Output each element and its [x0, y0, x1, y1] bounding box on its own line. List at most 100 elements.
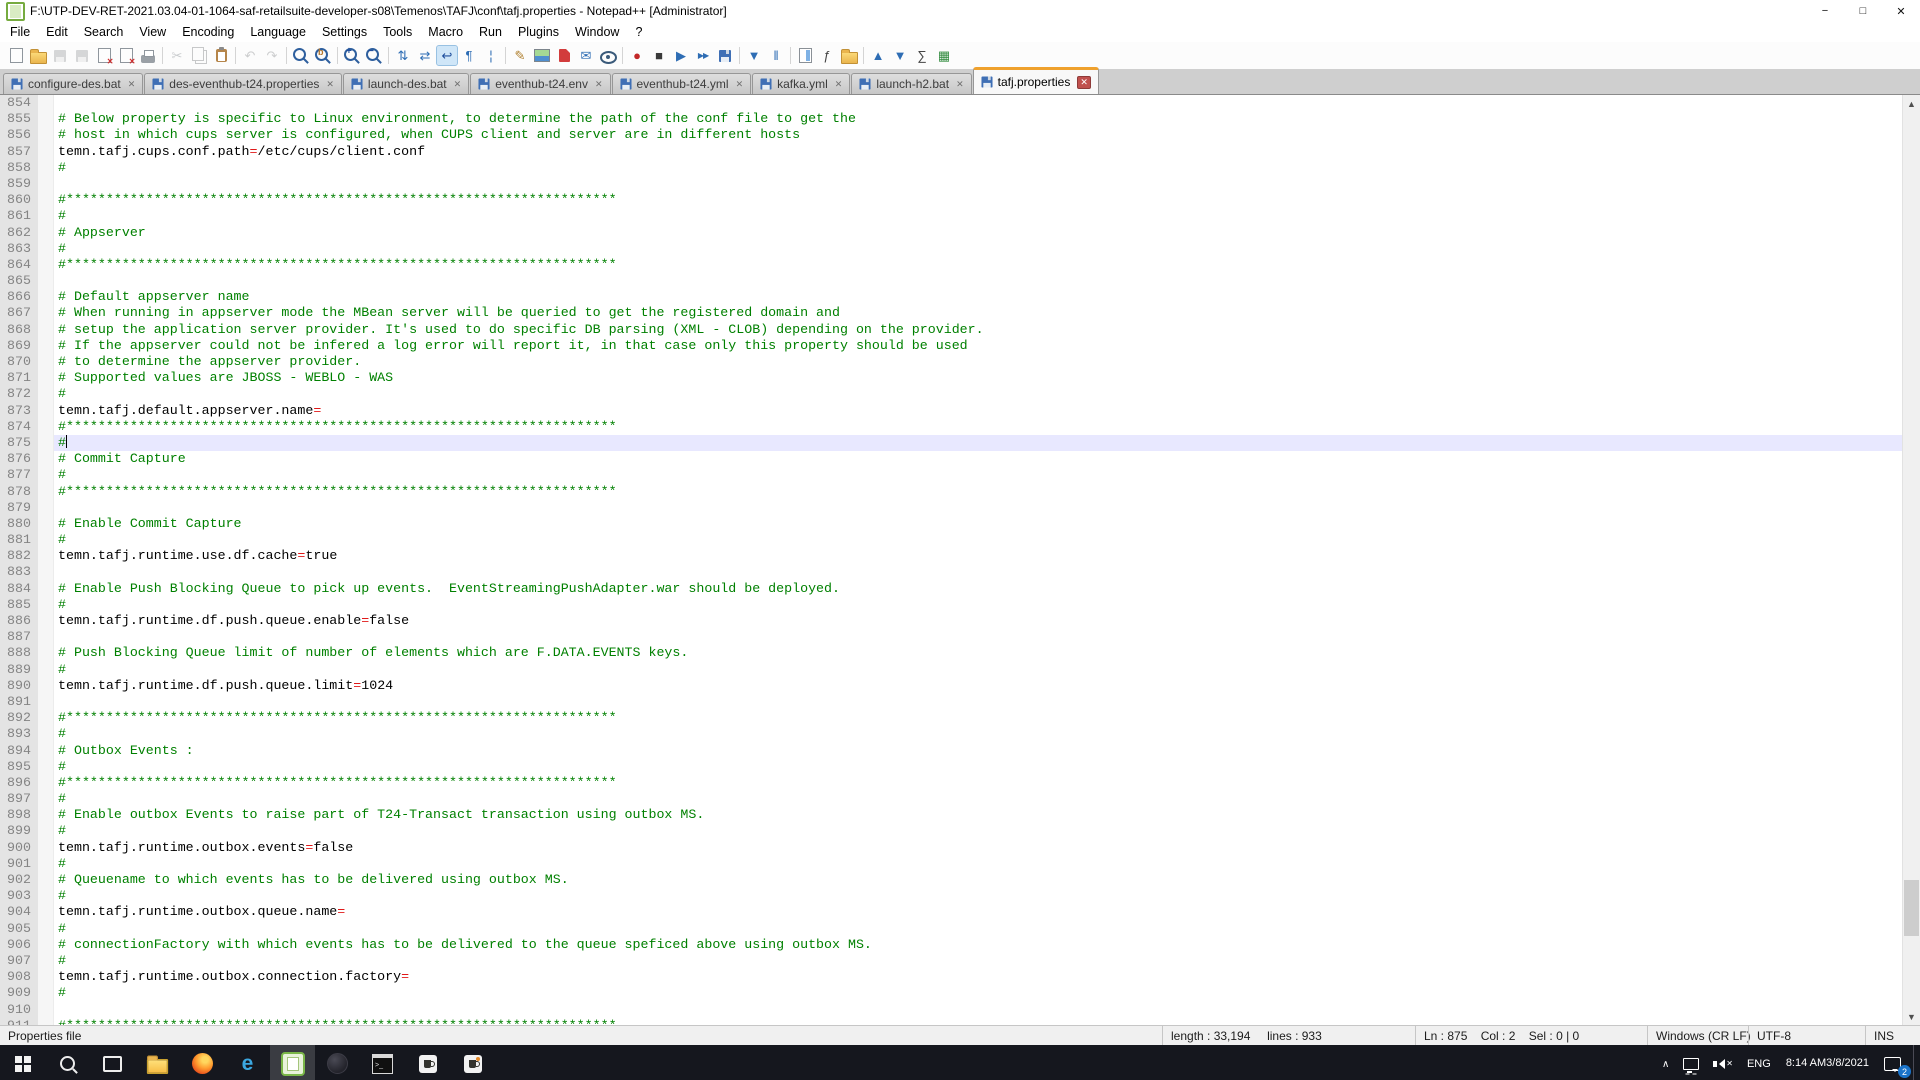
show-all-characters-icon[interactable]: ¶ [459, 46, 479, 65]
line-number[interactable]: 892 [0, 710, 38, 726]
tab-close-icon[interactable]: ✕ [956, 80, 964, 89]
image-plugin-icon[interactable] [532, 46, 552, 65]
line-number[interactable]: 879 [0, 500, 38, 516]
code-line[interactable]: # [54, 386, 1902, 402]
line-number[interactable]: 860 [0, 192, 38, 208]
code-line[interactable]: # to determine the appserver provider. [54, 354, 1902, 370]
tab-eventhub-t24.yml[interactable]: eventhub-t24.yml✕ [612, 73, 752, 94]
line-number[interactable]: 896 [0, 775, 38, 791]
cut-icon[interactable]: ✂ [167, 46, 187, 65]
code-line[interactable]: # [54, 160, 1902, 176]
line-number[interactable]: 872 [0, 386, 38, 402]
line-number[interactable]: 865 [0, 273, 38, 289]
code-line[interactable]: # When running in appserver mode the MBe… [54, 305, 1902, 321]
show-desktop-strip[interactable] [1913, 1045, 1920, 1080]
code-line[interactable]: # [54, 726, 1902, 742]
code-line[interactable]: # Push Blocking Queue limit of number of… [54, 645, 1902, 661]
tab-close-icon[interactable]: ✕ [326, 80, 334, 89]
code-line[interactable]: # Supported values are JBOSS - WEBLO - W… [54, 370, 1902, 386]
line-number[interactable]: 893 [0, 726, 38, 742]
close-all-files-icon[interactable] [116, 46, 136, 65]
code-line[interactable]: temn.tafj.runtime.outbox.queue.name= [54, 904, 1902, 920]
task-view-button[interactable] [90, 1045, 135, 1080]
code-line[interactable] [54, 564, 1902, 580]
compare-icon[interactable]: ▦ [934, 46, 954, 65]
line-number[interactable]: 889 [0, 662, 38, 678]
menu-language[interactable]: Language [242, 23, 314, 41]
taskbar-clock[interactable]: 8:14 AM 3/8/2021 [1778, 1045, 1877, 1080]
macro-play-icon[interactable]: ▶ [671, 46, 691, 65]
code-line[interactable]: # Enable Push Blocking Queue to pick up … [54, 581, 1902, 597]
code-line[interactable]: # [54, 953, 1902, 969]
menu-search[interactable]: Search [76, 23, 132, 41]
taskbar-search-button[interactable] [45, 1045, 90, 1080]
code-line[interactable]: temn.tafj.runtime.outbox.events=false [54, 840, 1902, 856]
media-app-icon[interactable] [315, 1045, 360, 1080]
show-indent-guide-icon[interactable]: ¦ [481, 46, 501, 65]
macro-run-multiple-icon[interactable]: ▶▶ [693, 46, 713, 65]
code-line[interactable]: #***************************************… [54, 257, 1902, 273]
tab-tafj.properties[interactable]: tafj.properties✕ [973, 67, 1099, 94]
menu-edit[interactable]: Edit [38, 23, 76, 41]
minimize-button[interactable]: − [1806, 0, 1844, 22]
code-line[interactable]: # Queuename to which events has to be de… [54, 872, 1902, 888]
copy-icon[interactable] [189, 46, 209, 65]
code-line[interactable] [54, 694, 1902, 710]
code-line[interactable]: # [54, 597, 1902, 613]
redo-icon[interactable]: ↷ [262, 46, 282, 65]
line-number[interactable]: 890 [0, 678, 38, 694]
menu-macro[interactable]: Macro [420, 23, 471, 41]
line-number[interactable]: 875 [0, 435, 38, 451]
zoom-out-icon[interactable] [364, 46, 384, 65]
run-icon[interactable]: ▼ [744, 46, 764, 65]
line-number[interactable]: 907 [0, 953, 38, 969]
vertical-scrollbar[interactable]: ▲ ▼ [1902, 95, 1920, 1025]
code-line[interactable]: # connectionFactory with which events ha… [54, 937, 1902, 953]
pdf-plugin-icon[interactable] [554, 46, 574, 65]
scroll-down-arrow[interactable]: ▼ [1903, 1008, 1920, 1025]
file-explorer-icon[interactable] [135, 1045, 180, 1080]
menu-settings[interactable]: Settings [314, 23, 375, 41]
code-line[interactable]: # [54, 888, 1902, 904]
folder-as-workspace-icon[interactable] [839, 46, 859, 65]
sync-horizontal-scroll-icon[interactable]: ⇄ [415, 46, 435, 65]
macro-stop-icon[interactable]: ■ [649, 46, 669, 65]
zoom-in-icon[interactable] [342, 46, 362, 65]
edit-pencil-icon[interactable]: ✎ [510, 46, 530, 65]
code-area[interactable]: # Below property is specific to Linux en… [54, 95, 1902, 1025]
line-number[interactable]: 910 [0, 1002, 38, 1018]
line-number[interactable]: 908 [0, 969, 38, 985]
line-number[interactable]: 862 [0, 225, 38, 241]
status-encoding[interactable]: UTF-8 [1748, 1026, 1865, 1045]
line-number[interactable]: 861 [0, 208, 38, 224]
line-number[interactable]: 880 [0, 516, 38, 532]
code-line[interactable]: # [54, 921, 1902, 937]
code-line[interactable]: # setup the application server provider.… [54, 322, 1902, 338]
tab-close-icon[interactable]: ✕ [595, 80, 603, 89]
line-number[interactable]: 903 [0, 888, 38, 904]
line-number[interactable]: 858 [0, 160, 38, 176]
code-line[interactable]: # If the appserver could not be infered … [54, 338, 1902, 354]
current-code-line[interactable]: # [54, 435, 1902, 451]
sort-ascending-icon[interactable]: ▲ [868, 46, 888, 65]
tab-des-eventhub-t24.properties[interactable]: des-eventhub-t24.properties✕ [144, 73, 342, 94]
code-line[interactable]: # [54, 662, 1902, 678]
line-number[interactable]: 895 [0, 759, 38, 775]
code-line[interactable]: temn.tafj.runtime.outbox.connection.fact… [54, 969, 1902, 985]
tab-kafka.yml[interactable]: kafka.yml✕ [752, 73, 850, 94]
save-icon[interactable] [50, 46, 70, 65]
line-number[interactable]: 870 [0, 354, 38, 370]
tab-close-icon[interactable]: ✕ [835, 80, 843, 89]
line-number[interactable]: 859 [0, 176, 38, 192]
code-line[interactable]: # [54, 791, 1902, 807]
code-line[interactable]: #***************************************… [54, 192, 1902, 208]
code-line[interactable]: #***************************************… [54, 710, 1902, 726]
line-number[interactable]: 884 [0, 581, 38, 597]
maximize-button[interactable]: □ [1844, 0, 1882, 22]
code-line[interactable]: # [54, 856, 1902, 872]
action-center-icon[interactable]: 2 [1877, 1045, 1913, 1080]
line-number[interactable]: 857 [0, 144, 38, 160]
line-number[interactable]: 866 [0, 289, 38, 305]
tab-launch-h2.bat[interactable]: launch-h2.bat✕ [851, 73, 971, 94]
code-line[interactable]: temn.tafj.runtime.df.push.queue.enable=f… [54, 613, 1902, 629]
